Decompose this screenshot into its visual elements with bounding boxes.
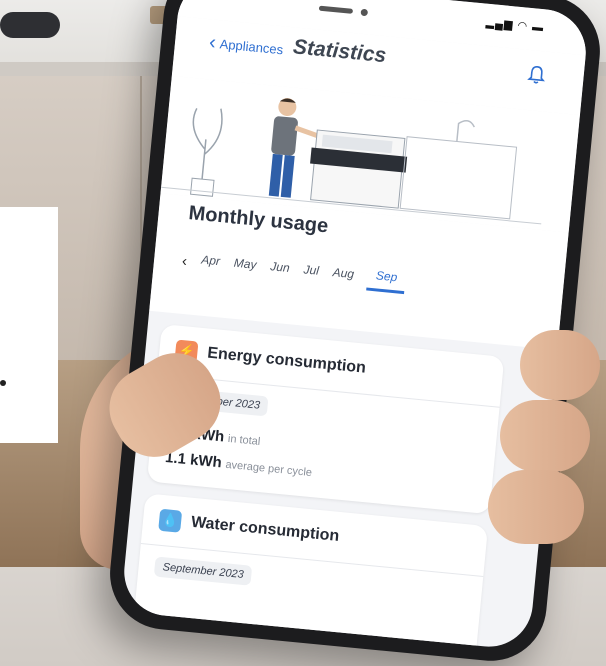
card-title: Water consumption bbox=[190, 513, 341, 545]
finger-2 bbox=[500, 400, 590, 472]
card-title: Energy consumption bbox=[206, 344, 367, 377]
month-tab-apr[interactable]: Apr bbox=[200, 252, 221, 276]
energy-total-label: in total bbox=[227, 432, 261, 448]
month-tab-jul[interactable]: Jul bbox=[302, 262, 320, 285]
month-tab-aug[interactable]: Aug bbox=[331, 265, 355, 289]
bullet-dot bbox=[0, 380, 6, 386]
status-icons: ▂▄▆ ◠ ▬ bbox=[485, 16, 545, 35]
finger-3 bbox=[488, 470, 584, 544]
monthly-usage-title: Monthly usage bbox=[187, 202, 330, 238]
finger-1 bbox=[520, 330, 600, 400]
energy-avg-value: 1.1 kWh bbox=[164, 448, 223, 472]
pan-image bbox=[0, 12, 60, 38]
month-selector: ‹ Apr May Jun Jul Aug Sep bbox=[181, 250, 406, 295]
back-button[interactable]: ‹ Appliances bbox=[208, 31, 284, 58]
droplet-icon: 💧 bbox=[158, 508, 183, 533]
date-chip: September 2023 bbox=[153, 556, 253, 586]
notch-camera bbox=[360, 8, 369, 17]
notch-speaker bbox=[318, 5, 354, 14]
card-header: 💧 Water consumption bbox=[158, 508, 341, 548]
month-tab-sep[interactable]: Sep bbox=[366, 267, 406, 295]
chevron-left-icon[interactable]: ‹ bbox=[181, 253, 188, 270]
phone-device: ▂▄▆ ◠ ▬ ‹ Appliances Statistics Monthly … bbox=[104, 0, 605, 666]
water-consumption-card[interactable]: 💧 Water consumption September 2023 bbox=[132, 493, 489, 651]
page-title: Statistics bbox=[292, 35, 388, 68]
energy-average: 1.1 kWh average per cycle bbox=[164, 449, 312, 480]
bell-icon[interactable] bbox=[527, 64, 547, 86]
month-tab-may[interactable]: May bbox=[233, 255, 257, 279]
back-label: Appliances bbox=[219, 35, 284, 57]
energy-avg-label: average per cycle bbox=[224, 458, 313, 480]
phone-screen: ▂▄▆ ◠ ▬ ‹ Appliances Statistics Monthly … bbox=[120, 0, 590, 651]
month-tab-jun[interactable]: Jun bbox=[269, 259, 291, 283]
chevron-left-icon: ‹ bbox=[208, 31, 217, 54]
